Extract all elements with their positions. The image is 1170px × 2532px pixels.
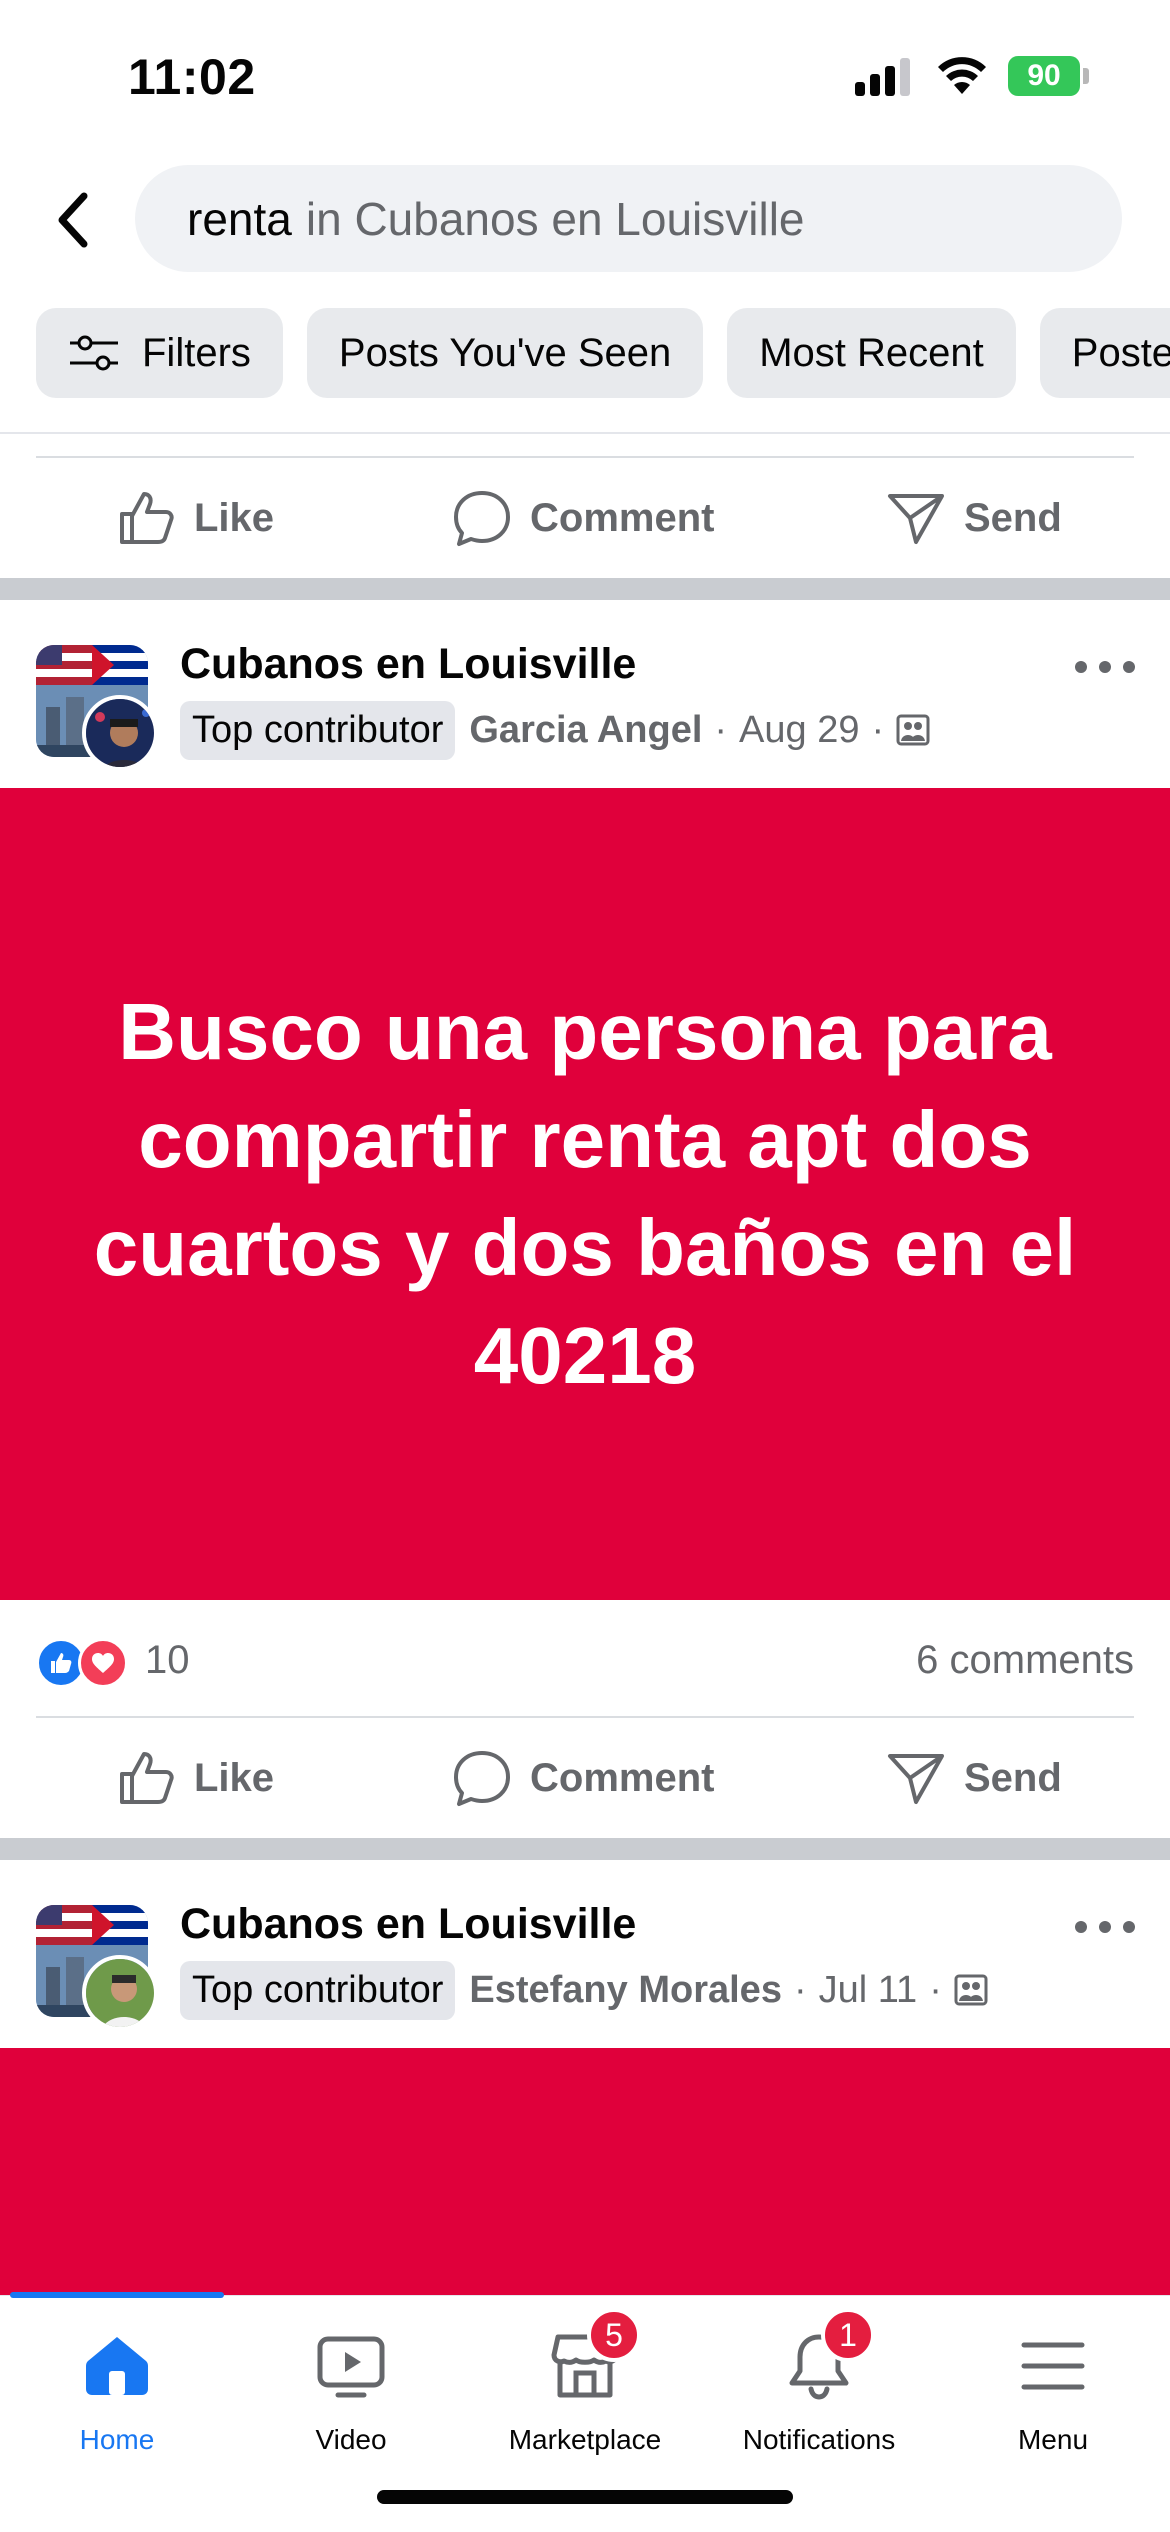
top-contributor-badge: Top contributor <box>180 1960 456 2020</box>
notifications-badge: 1 <box>821 2308 875 2362</box>
reactions-row: 10 6 comments <box>0 1600 1170 1720</box>
post-date[interactable]: Jul 11 <box>819 1969 918 2012</box>
search-query: renta <box>187 192 292 245</box>
nav-home-label: Home <box>79 2424 155 2455</box>
active-tab-indicator <box>10 2292 224 2298</box>
filter-chips: Filters Posts You've Seen Most Recent Po… <box>36 308 1170 398</box>
post-header: Cubanos en Louisville Top contributor Ga… <box>0 600 1170 785</box>
top-contributor-badge: Top contributor <box>180 700 456 760</box>
more-options-icon[interactable] <box>1075 1912 1135 1942</box>
like-icon <box>120 492 174 544</box>
like-label: Like <box>194 1755 275 1800</box>
group-audience-icon <box>896 714 930 746</box>
nav-notifications-label: Notifications <box>742 2424 896 2455</box>
reaction-icons[interactable] <box>36 1638 136 1688</box>
comment-icon <box>454 1751 510 1806</box>
post-text-background: Busco una persona para compartir renta a… <box>0 788 1170 1600</box>
most-recent-chip[interactable]: Most Recent <box>727 308 1016 398</box>
menu-icon <box>1013 2326 1093 2406</box>
search-scope: in Cubanos en Louisville <box>305 192 805 245</box>
send-label: Send <box>964 495 1062 540</box>
nav-marketplace[interactable]: 5 Marketplace <box>468 2308 702 2476</box>
status-bar: 11:02 90 <box>0 0 1170 150</box>
comment-button[interactable]: Comment <box>452 1718 714 1838</box>
send-button[interactable]: Send <box>886 458 1062 578</box>
marketplace-icon: 5 <box>545 2308 641 2406</box>
author-name[interactable]: Estefany Morales <box>469 1969 782 2012</box>
status-time: 11:02 <box>128 49 256 105</box>
chip-label: Poste <box>1071 330 1170 375</box>
nav-menu[interactable]: Menu <box>936 2326 1170 2476</box>
bell-icon: 1 <box>779 2308 875 2406</box>
nav-marketplace-label: Marketplace <box>508 2424 662 2455</box>
battery-level: 90 <box>1027 59 1061 92</box>
author-photo <box>86 1959 154 2027</box>
send-button[interactable]: Send <box>886 1718 1062 1838</box>
comment-label: Comment <box>530 495 715 540</box>
group-name[interactable]: Cubanos en Louisville <box>180 1900 636 1949</box>
chevron-left-icon <box>58 192 88 248</box>
chip-label: Filters <box>142 330 251 375</box>
like-label: Like <box>194 495 275 540</box>
posted-by-chip[interactable]: Poste <box>1039 308 1170 398</box>
group-audience-icon <box>954 1974 988 2006</box>
send-icon <box>888 1754 944 1804</box>
divider <box>0 432 1170 434</box>
love-reaction-icon <box>78 1638 128 1688</box>
comment-label: Comment <box>530 1755 715 1800</box>
comment-button[interactable]: Comment <box>452 458 714 578</box>
like-icon <box>120 1752 174 1804</box>
more-options-icon[interactable] <box>1075 652 1135 682</box>
reaction-count[interactable]: 10 <box>145 1638 190 1683</box>
post-action-bar: Like Comment Send <box>0 1718 1170 1838</box>
send-icon <box>888 494 944 544</box>
author-avatar[interactable] <box>82 695 158 771</box>
post-separator <box>0 1838 1170 1860</box>
nav-menu-label: Menu <box>1017 2424 1089 2455</box>
filters-chip[interactable]: Filters <box>36 308 283 398</box>
video-icon <box>311 2326 391 2406</box>
author-photo <box>86 699 154 767</box>
nav-video[interactable]: Video <box>234 2326 468 2476</box>
back-button[interactable] <box>42 185 102 255</box>
post-text: Busco una persona para compartir renta a… <box>93 987 1077 1400</box>
group-name[interactable]: Cubanos en Louisville <box>180 640 636 689</box>
comment-icon <box>454 491 510 546</box>
sliders-icon <box>70 335 118 371</box>
post-text-background <box>0 2048 1170 2295</box>
nav-home[interactable]: Home <box>0 2326 234 2476</box>
post-meta: Top contributor Garcia Angel · Aug 29 · <box>180 700 930 760</box>
chip-label: Most Recent <box>759 330 984 375</box>
home-indicator[interactable] <box>377 2490 793 2504</box>
author-name[interactable]: Garcia Angel <box>469 709 702 752</box>
author-avatar[interactable] <box>82 1955 158 2031</box>
cellular-signal-icon <box>855 58 915 96</box>
marketplace-badge: 5 <box>587 2308 641 2362</box>
wifi-icon <box>938 57 986 94</box>
nav-notifications[interactable]: 1 Notifications <box>702 2308 936 2476</box>
post-meta: Top contributor Estefany Morales · Jul 1… <box>180 1960 988 2020</box>
post-header: Cubanos en Louisville Top contributor Es… <box>0 1860 1170 2045</box>
search-input[interactable]: renta in Cubanos en Louisville <box>135 165 1122 272</box>
nav-video-label: Video <box>315 2424 387 2455</box>
posts-seen-chip[interactable]: Posts You've Seen <box>306 308 704 398</box>
like-button[interactable]: Like <box>116 1718 274 1838</box>
post-date[interactable]: Aug 29 <box>739 709 859 752</box>
post-action-bar: Like Comment Send <box>0 458 1170 578</box>
comment-count[interactable]: 6 comments <box>916 1638 1134 1683</box>
like-button[interactable]: Like <box>116 458 274 578</box>
chip-label: Posts You've Seen <box>338 330 672 375</box>
home-icon <box>77 2326 157 2406</box>
send-label: Send <box>964 1755 1062 1800</box>
post-separator <box>0 578 1170 600</box>
battery-icon: 90 <box>1008 56 1089 96</box>
